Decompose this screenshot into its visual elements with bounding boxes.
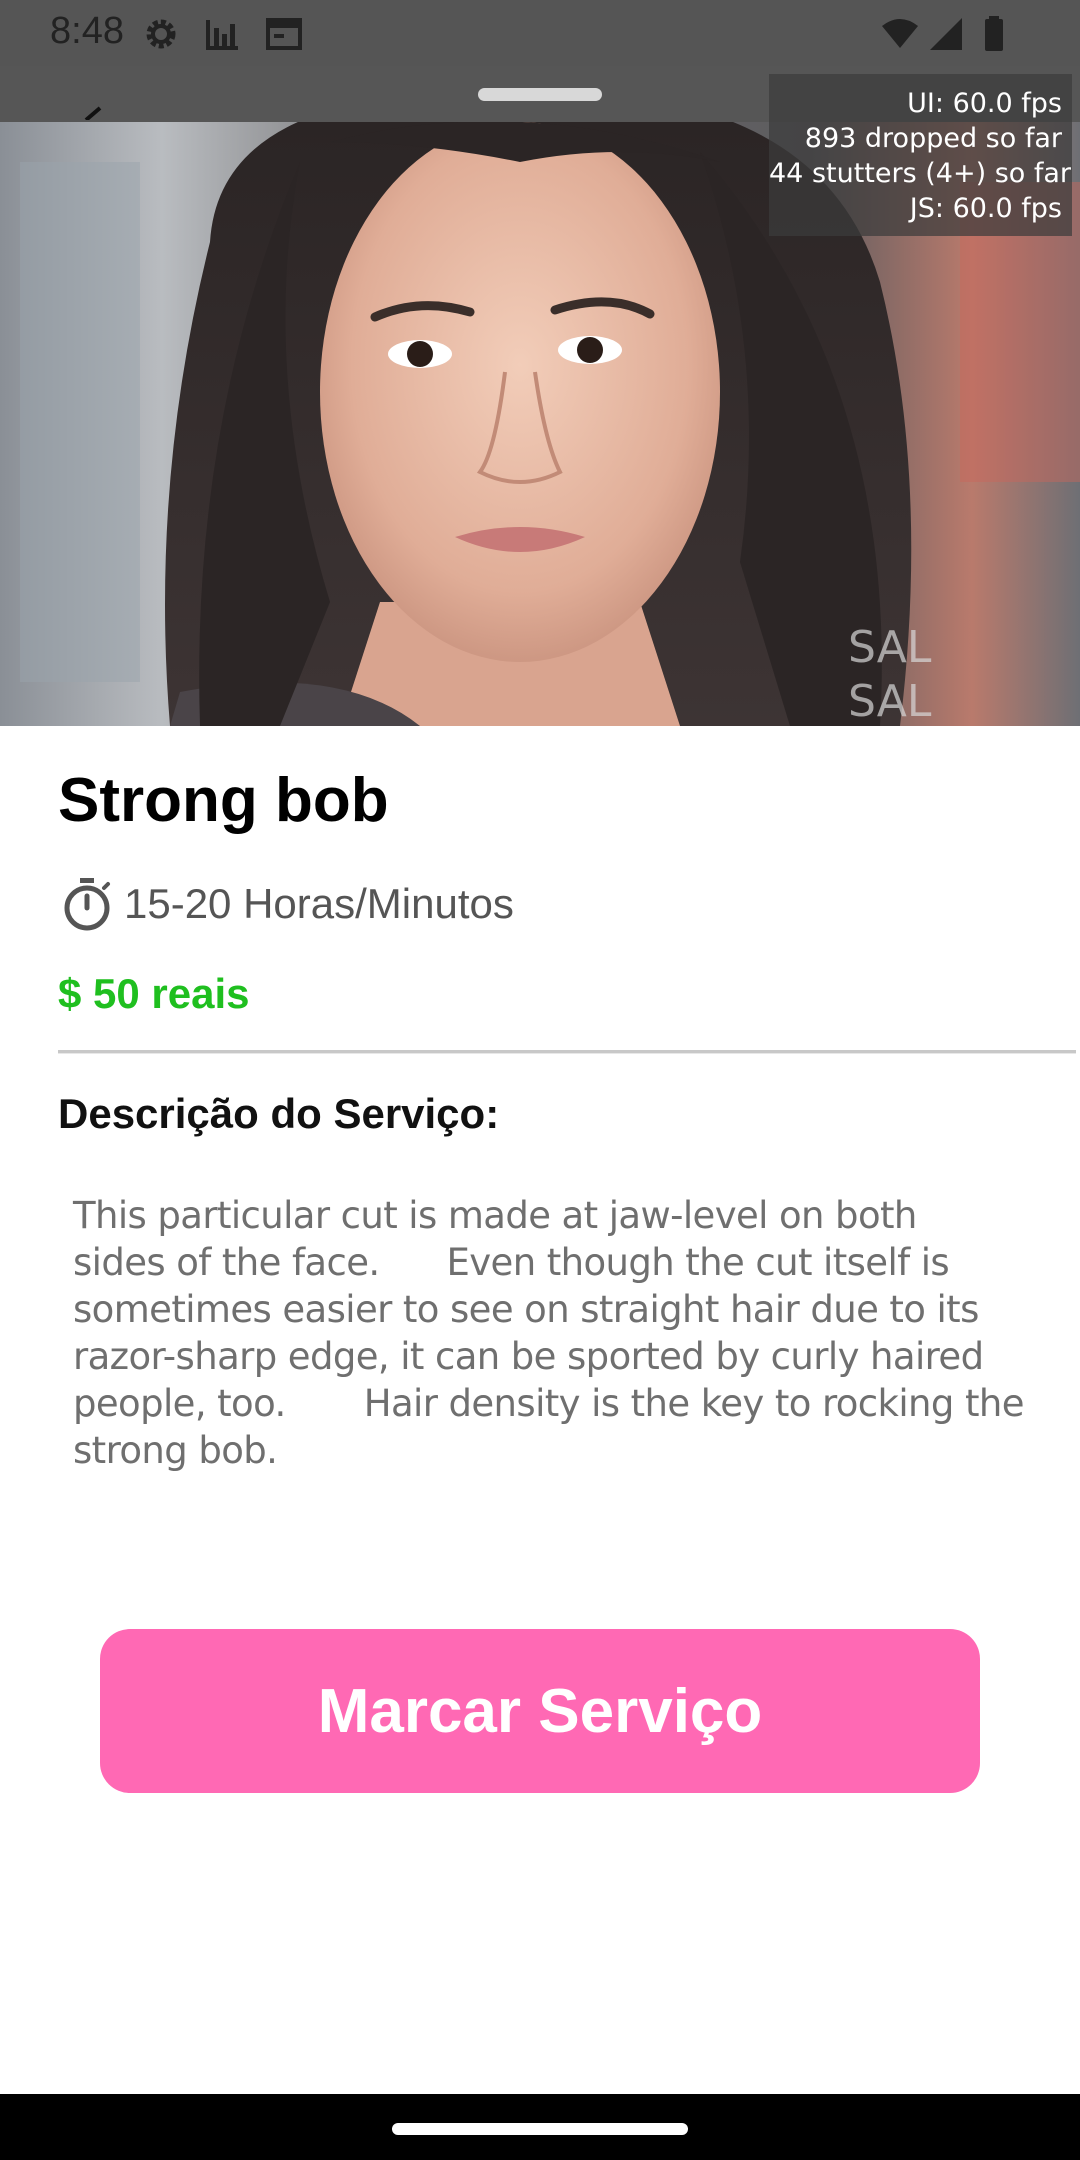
description-heading: Descrição do Serviço: [58,1090,500,1137]
stopwatch-icon [64,878,110,931]
photo-watermark: SAL [848,622,932,673]
performance-monitor-overlay: UI: 60.0 fps 893 dropped so far 44 stutt… [769,74,1072,236]
battery-icon [985,16,1003,51]
home-gesture-handle[interactable] [392,2123,688,2135]
service-detail-screen: 8:48 SAL SAL UI: 60.0 fps 893 dropped so… [0,0,1080,2160]
section-divider [58,1050,1076,1054]
service-title: Strong bob [58,766,389,835]
wifi-icon [882,19,918,48]
settings-gear-icon [146,19,176,49]
duration-row: 15-20 Horas/Minutos [60,874,514,934]
svg-text:SAL: SAL [848,676,932,726]
book-service-button[interactable]: Marcar Serviço [100,1629,980,1793]
cell-signal-icon [930,18,962,50]
perf-dropped-frames: 893 dropped so far [804,123,1062,154]
service-description: This particular cut is made at jaw-level… [73,1194,1024,1472]
service-price: $ 50 reais [58,970,250,1017]
service-duration: 15-20 Horas/Minutos [124,880,514,927]
status-bar: 8:48 [0,0,1080,66]
bar-chart-icon [206,20,238,50]
calendar-icon [266,18,302,50]
back-arrow-icon[interactable] [80,106,104,120]
status-time: 8:48 [50,10,124,52]
perf-stutters: 44 stutters (4+) so far [769,158,1072,189]
perf-ui-fps: UI: 60.0 fps [907,88,1062,119]
perf-js-fps: JS: 60.0 fps [909,193,1062,224]
drag-handle[interactable] [478,88,602,101]
